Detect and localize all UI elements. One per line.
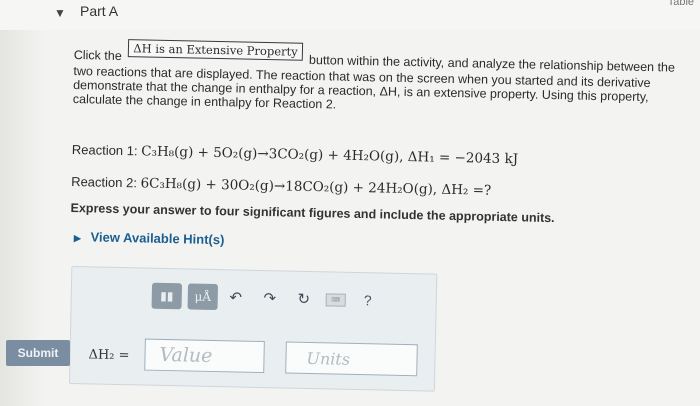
question-content: Click the ΔH is an Extensive Property bu… bbox=[68, 39, 684, 392]
table-link[interactable]: Table bbox=[668, 0, 694, 8]
symbols-button[interactable]: μÅ bbox=[187, 283, 219, 311]
part-title: Part A bbox=[80, 3, 119, 19]
help-icon[interactable]: ? bbox=[355, 287, 380, 313]
undo-icon[interactable]: ↶ bbox=[224, 284, 249, 310]
value-input[interactable] bbox=[144, 338, 265, 374]
reaction-1-equation: C₃H₈(g) + 5O₂(g)→3CO₂(g) + 4H₂O(g), ΔH₁ … bbox=[141, 143, 519, 168]
reaction-2-label: Reaction 2: bbox=[71, 173, 138, 191]
reset-icon[interactable]: ↻ bbox=[291, 286, 316, 312]
mu-angstrom-icon: μÅ bbox=[194, 289, 212, 304]
instructions-text: Click the ΔH is an Extensive Property bu… bbox=[72, 39, 682, 119]
reaction-1: Reaction 1: C₃H₈(g) + 5O₂(g)→3CO₂(g) + 4… bbox=[72, 142, 519, 167]
reaction-2: Reaction 2: 6C₃H₈(g) + 30O₂(g)→18CO₂(g) … bbox=[71, 174, 491, 199]
answer-panel: ▮▮ μÅ ↶ ↷ ↻ ⌨ ? ΔH₂ = bbox=[68, 265, 438, 392]
view-hints-label: View Available Hint(s) bbox=[90, 229, 225, 248]
reaction-1-label: Reaction 1: bbox=[71, 141, 138, 159]
templates-icon: ▮▮ bbox=[160, 288, 174, 304]
submit-button[interactable]: Submit bbox=[6, 340, 70, 366]
delta-h2-label: ΔH₂ = bbox=[88, 347, 130, 364]
reaction-2-equation: 6C₃H₈(g) + 30O₂(g)→18CO₂(g) + 24H₂O(g), … bbox=[140, 175, 492, 199]
keyboard-icon[interactable]: ⌨ bbox=[325, 292, 346, 307]
view-hints-link[interactable]: ▶ View Available Hint(s) bbox=[74, 229, 225, 247]
collapse-arrow-icon[interactable]: ▼ bbox=[54, 6, 66, 20]
instructions-body: button within the activity, and analyze … bbox=[72, 52, 676, 112]
redo-icon[interactable]: ↷ bbox=[257, 285, 282, 311]
instructions-prefix: Click the bbox=[73, 47, 122, 64]
extensive-property-button[interactable]: ΔH is an Extensive Property bbox=[128, 39, 303, 61]
expand-triangle-icon: ▶ bbox=[73, 233, 82, 244]
math-toolbar: ▮▮ μÅ ↶ ↷ ↻ ⌨ ? bbox=[151, 282, 390, 314]
templates-button[interactable]: ▮▮ bbox=[151, 282, 183, 310]
units-input[interactable] bbox=[285, 341, 418, 377]
top-bar: ▼ Part A Table bbox=[0, 0, 700, 30]
answer-instructions: Express your answer to four significant … bbox=[70, 200, 555, 226]
